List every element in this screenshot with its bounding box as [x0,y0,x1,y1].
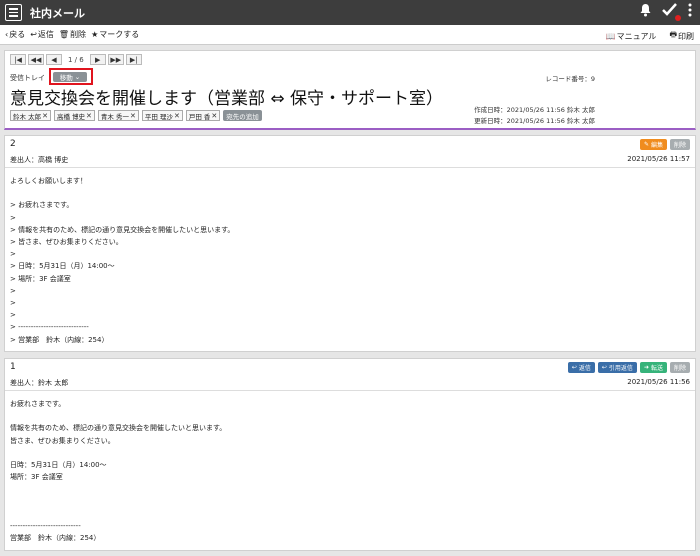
delete-message-button[interactable]: 削除 [669,139,690,150]
pencil-icon: ✎ [643,141,649,148]
message-body: よろしくお願いします！ > お疲れさまです。 > > 情報を共有のため、標記の通… [10,177,235,344]
message-number: 2 [10,139,16,149]
arrow-right-icon: ➜ [643,364,649,371]
star-icon: ★ [91,30,99,39]
last-page-icon[interactable]: ▶| [125,54,142,65]
recipient-chip[interactable]: 青木 秀一 ✕ [97,110,139,121]
printer-icon: 🖶 [669,30,677,39]
recipient-chip[interactable]: 鈴木 太郎 ✕ [10,110,51,121]
close-icon[interactable]: ✕ [130,112,136,120]
reply-icon: ↩ [601,364,607,371]
delete-button[interactable]: 🗑 削除 [59,29,86,40]
message-sender: 差出人：鈴木 太郎 [10,379,69,387]
close-icon[interactable]: ✕ [211,112,217,120]
message-date: 2021/05/26 11:56 [627,378,690,386]
quote-reply-button[interactable]: ↩ 引用返信 [597,362,637,373]
add-recipient-button[interactable]: 宛先の追加 [223,110,262,121]
created-datetime: 作成日時：2021/05/26 11:56 鈴木 太郎 [474,106,595,114]
close-icon[interactable]: ✕ [174,112,180,120]
recipient-chip[interactable]: 戸田 香 ✕ [185,110,221,121]
reply-button[interactable]: ↩ 返信 [30,29,54,40]
delete-message-button[interactable]: 削除 [669,362,690,373]
move-button[interactable]: 移動 ⌄ [53,72,87,82]
recipient-chip[interactable]: 平田 理沙 ✕ [141,110,183,121]
forward-button[interactable]: ➜ 転送 [639,362,667,373]
close-icon[interactable]: ✕ [42,112,48,120]
back-button[interactable]: ‹ 戻る [5,29,25,40]
book-icon: 📖 [605,31,616,41]
more-vertical-icon[interactable] [688,3,692,22]
close-icon[interactable]: ✕ [86,112,92,120]
edit-button[interactable]: ✎ 編集 [639,139,667,150]
prev-fast-icon[interactable]: ◀◀ [28,54,44,65]
next-page-icon[interactable]: ▶ [89,54,106,65]
print-link[interactable]: 🖶 印刷 [669,29,694,43]
pager: |◀ ◀◀ ◀ 1 / 6 ▶ ▶▶ ▶| [10,54,142,65]
reply-icon: ↩ [30,30,37,39]
recipient-list: 鈴木 太郎 ✕ 高橋 博史 ✕ 青木 秀一 ✕ 平田 理沙 ✕ 戸田 香 ✕ 宛先の追加 [10,110,262,121]
menu-icon[interactable] [5,4,22,21]
trash-icon: 🗑 [58,30,70,39]
mail-header: |◀ ◀◀ ◀ 1 / 6 ▶ ▶▶ ▶| 受信トレイ 移動 ⌄ 意見交換会を開… [4,50,696,130]
move-highlight: 移動 ⌄ [49,68,93,85]
bell-icon[interactable] [639,3,652,22]
message-item: 2 ✎ 編集 削除 差出人：高橋 博史 2021/05/26 11:57 よろし… [4,135,696,352]
updated-datetime: 更新日時：2021/05/26 11:56 鈴木 太郎 [474,117,595,125]
divider [5,390,695,391]
notification-dot [675,15,681,21]
app-title: 社内メール [30,6,85,20]
message-item: 1 ↩ 返信 ↩ 引用返信 ➜ 転送 削除 差出人：鈴木 太郎 2021/05/… [4,358,696,551]
action-bar: ‹ 戻る ↩ 返信 🗑 削除 ★ マークする 📖 マニュアル 🖶 印刷 [0,25,700,45]
next-fast-icon[interactable]: ▶▶ [107,54,124,65]
divider [5,167,695,168]
message-date: 2021/05/26 11:57 [627,155,690,163]
pager-text: 1 / 6 [68,55,84,64]
checkmark-icon[interactable] [662,3,681,22]
recipient-chip[interactable]: 高橋 博史 ✕ [53,110,95,121]
message-sender: 差出人：高橋 博史 [10,156,69,164]
mail-subject: 意見交換会を開催します（営業部 ⇔ 保守・サポート室） [10,89,444,109]
record-number: レコード番号：9 [545,75,595,83]
reply-message-button[interactable]: ↩ 返信 [567,362,595,373]
reply-icon: ↩ [571,364,577,371]
prev-page-icon[interactable]: ◀ [46,54,62,65]
folder-label: 受信トレイ [10,74,45,82]
chevron-down-icon: ⌄ [72,73,81,81]
first-page-icon[interactable]: |◀ [10,54,26,65]
top-bar: 社内メール [0,0,700,25]
message-body: お疲れさまです。 情報を共有のため、標記の通り意見交換会を開催したいと思います。… [10,400,227,543]
chevron-left-icon: ‹ [5,30,9,39]
mark-button[interactable]: ★ マークする [91,29,139,40]
manual-link[interactable]: 📖 マニュアル [606,29,657,43]
message-number: 1 [10,362,16,372]
